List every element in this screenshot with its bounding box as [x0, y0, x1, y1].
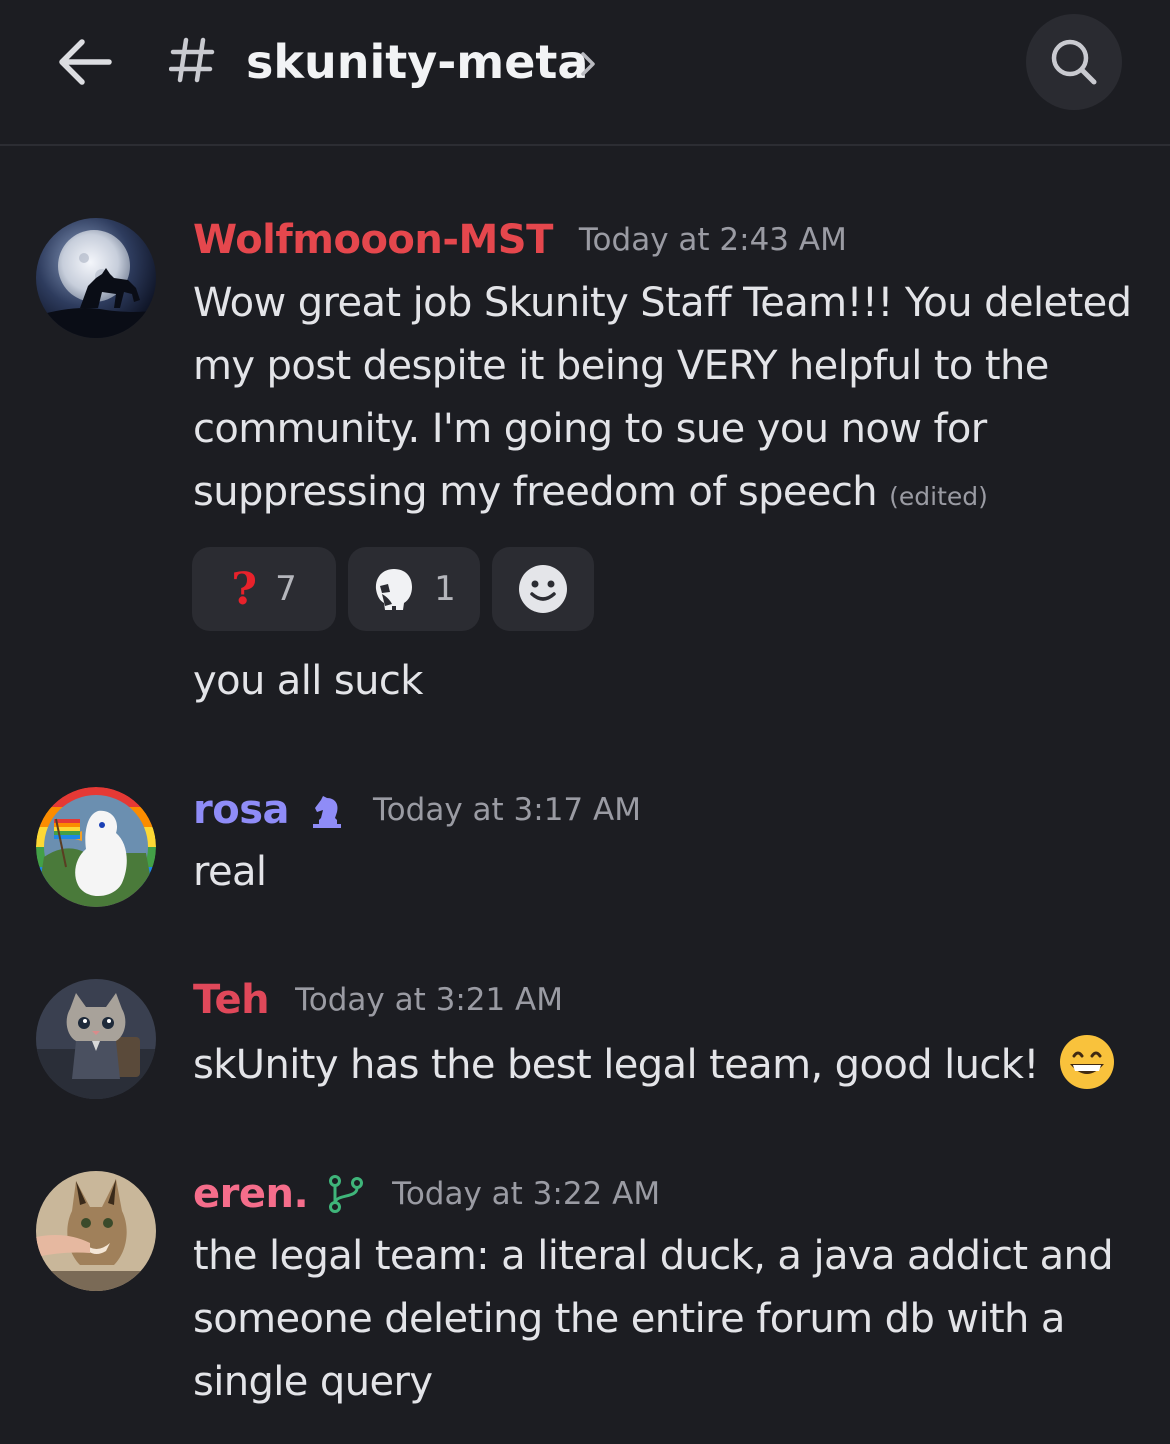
timestamp: Today at 3:22 AM: [392, 1176, 661, 1212]
message-text: Wow great job Skunity Staff Team!!! You …: [193, 272, 1143, 528]
reaction-count: 7: [275, 569, 297, 609]
search-icon: [1051, 39, 1097, 85]
add-reaction-button[interactable]: [492, 547, 594, 631]
timestamp: Today at 3:17 AM: [373, 792, 641, 828]
message-header: rosa Today at 3:17 AM: [193, 780, 641, 840]
channel-name[interactable]: skunity-meta: [246, 30, 588, 94]
message-header: Teh Today at 3:21 AM: [193, 970, 563, 1030]
avatar-rosa[interactable]: [36, 787, 156, 907]
git-branch-icon: [329, 1175, 364, 1213]
followup-message-text: you all suck: [193, 658, 423, 704]
reactions-bar: ? 7 1: [192, 547, 594, 631]
message-text: skUnity has the best legal team, good lu…: [193, 1034, 1153, 1097]
channel-header: skunity-meta: [0, 0, 1170, 146]
back-button[interactable]: [52, 30, 116, 94]
message-header: Wolfmooon-MST Today at 2:43 AM: [193, 210, 847, 270]
chevron-right-icon[interactable]: [574, 46, 602, 82]
message-header: eren. Today at 3:22 AM: [193, 1164, 660, 1224]
chess-knight-icon: [313, 796, 342, 828]
message-body: Wow great job Skunity Staff Team!!! You …: [193, 280, 1132, 515]
grinning-face-icon: [1059, 1035, 1114, 1089]
avatar-teh[interactable]: [36, 979, 156, 1099]
author-name[interactable]: Wolfmooon-MST: [193, 217, 553, 263]
search-button[interactable]: [1026, 14, 1122, 110]
add-reaction-icon: [519, 565, 567, 613]
reaction-count: 1: [434, 569, 456, 609]
question-mark-icon: ?: [231, 563, 258, 615]
arrow-left-icon: [59, 39, 112, 85]
message-text: real: [193, 849, 267, 895]
reaction-question[interactable]: ? 7: [192, 547, 336, 631]
avatar-wolfmooon[interactable]: [36, 218, 156, 338]
author-name[interactable]: eren.: [193, 1171, 309, 1217]
author-name[interactable]: rosa: [193, 787, 290, 833]
skull-icon: [376, 569, 413, 610]
reaction-skull[interactable]: 1: [348, 547, 480, 631]
timestamp: Today at 2:43 AM: [578, 222, 847, 258]
avatar-eren[interactable]: [36, 1171, 156, 1291]
message-text: the legal team: a literal duck, a java a…: [193, 1233, 1114, 1405]
discord-channel-view: skunity-meta Wolfmooon-MST Today at 2:43…: [0, 0, 1170, 1444]
edited-label: (edited): [889, 482, 988, 511]
author-name[interactable]: Teh: [193, 977, 270, 1023]
hash-icon: [168, 28, 216, 92]
timestamp: Today at 3:21 AM: [295, 982, 564, 1018]
message-body: skUnity has the best legal team, good lu…: [193, 1042, 1039, 1088]
